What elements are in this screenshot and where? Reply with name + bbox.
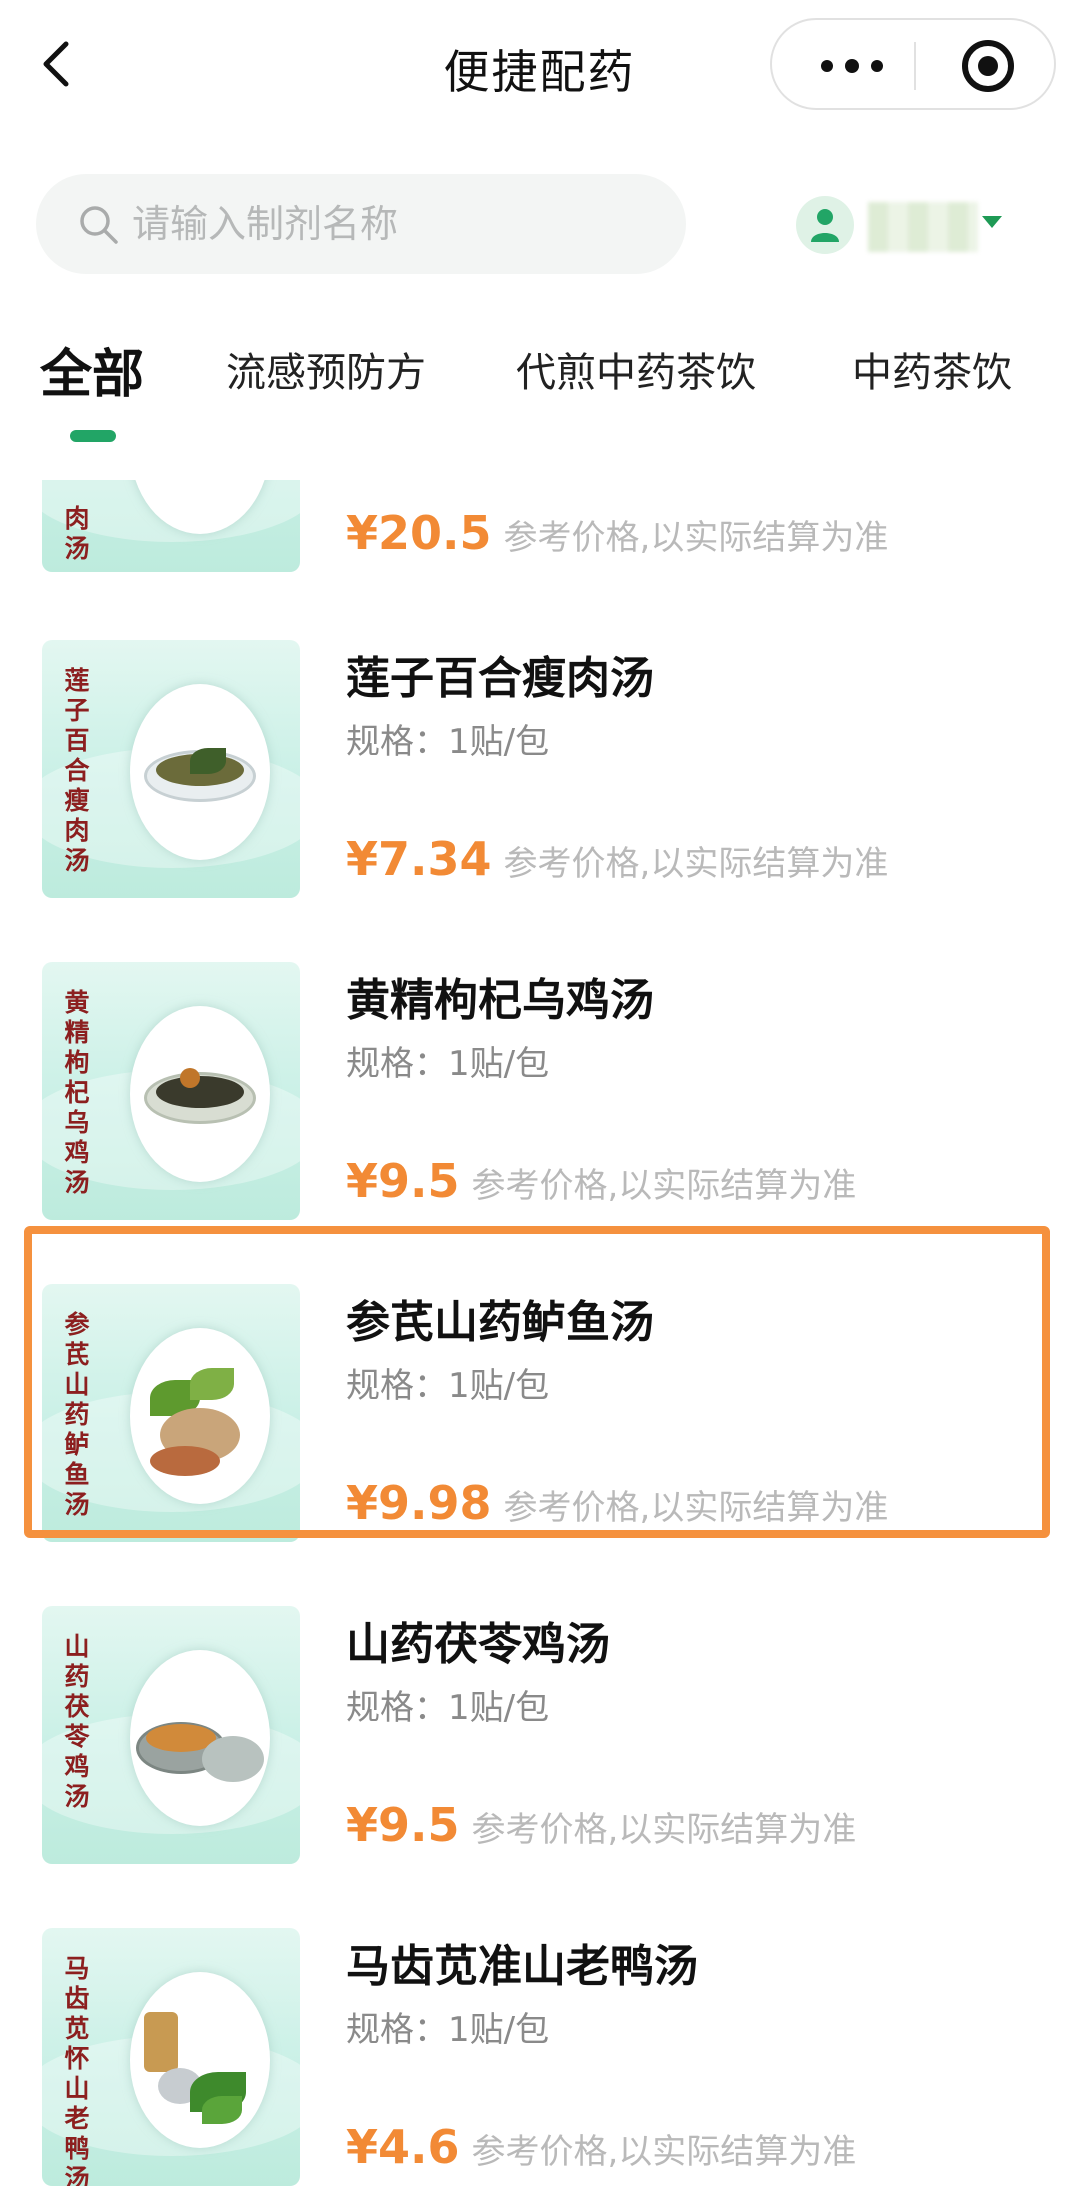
product-price: ¥9.5 bbox=[346, 1154, 460, 1208]
tab-all[interactable]: 全部 bbox=[40, 332, 144, 407]
product-list: 肉汤 ¥20.5 参考价格,以实际结算为准 莲子百合瘦肉汤 莲子百合瘦肉汤 规格… bbox=[0, 480, 1079, 2190]
soup-image bbox=[130, 1972, 270, 2148]
product-price: ¥9.5 bbox=[346, 1798, 460, 1852]
soup-image bbox=[130, 1328, 270, 1504]
product-spec: 规格：1贴/包 bbox=[346, 1688, 550, 1728]
product-item[interactable]: 参芪山药鲈鱼汤 参芪山药鲈鱼汤 规格：1贴/包 ¥9.98 参考价格,以实际结算… bbox=[0, 1254, 1079, 1574]
product-thumbnail: 参芪山药鲈鱼汤 bbox=[42, 1284, 300, 1542]
thumbnail-label: 马齿苋怀山老鸭汤 bbox=[64, 1954, 90, 2186]
product-thumbnail: 黄精枸杞乌鸡汤 bbox=[42, 962, 300, 1220]
close-miniprogram-button[interactable] bbox=[962, 40, 1014, 92]
more-button[interactable] bbox=[802, 44, 902, 88]
thumbnail-label: 黄精枸杞乌鸡汤 bbox=[64, 988, 90, 1197]
product-thumbnail: 莲子百合瘦肉汤 bbox=[42, 640, 300, 898]
capsule-divider bbox=[914, 42, 916, 90]
user-selector[interactable] bbox=[796, 192, 1016, 256]
search-bar[interactable] bbox=[36, 174, 686, 274]
product-item[interactable]: 黄精枸杞乌鸡汤 黄精枸杞乌鸡汤 规格：1贴/包 ¥9.5 参考价格,以实际结算为… bbox=[0, 932, 1079, 1252]
active-tab-indicator bbox=[70, 430, 116, 442]
price-note: 参考价格,以实际结算为准 bbox=[471, 1166, 857, 1206]
price-note: 参考价格,以实际结算为准 bbox=[471, 1810, 857, 1850]
more-dots-icon bbox=[821, 60, 833, 72]
product-name: 黄精枸杞乌鸡汤 bbox=[346, 975, 654, 1026]
product-spec: 规格：1贴/包 bbox=[346, 1366, 550, 1406]
price-note: 参考价格,以实际结算为准 bbox=[503, 1488, 889, 1528]
caret-down-icon bbox=[982, 216, 1002, 228]
product-price: ¥4.6 bbox=[346, 2120, 460, 2174]
soup-image bbox=[130, 1006, 270, 1182]
price-note: 参考价格,以实际结算为准 bbox=[503, 518, 889, 558]
product-item[interactable]: 山药茯苓鸡汤 山药茯苓鸡汤 规格：1贴/包 ¥9.5 参考价格,以实际结算为准 bbox=[0, 1576, 1079, 1896]
user-avatar-icon bbox=[796, 196, 854, 254]
soup-image bbox=[130, 684, 270, 860]
price-note: 参考价格,以实际结算为准 bbox=[471, 2132, 857, 2172]
tab-decocted-tea[interactable]: 代煎中药茶饮 bbox=[516, 340, 756, 398]
thumbnail-label: 肉汤 bbox=[64, 504, 90, 563]
thumbnail-label: 参芪山药鲈鱼汤 bbox=[64, 1310, 90, 1519]
thumbnail-label: 山药茯苓鸡汤 bbox=[64, 1632, 90, 1811]
product-price: ¥20.5 bbox=[346, 506, 492, 560]
product-name: 参芪山药鲈鱼汤 bbox=[346, 1297, 654, 1348]
product-thumbnail: 马齿苋怀山老鸭汤 bbox=[42, 1928, 300, 2186]
product-item[interactable]: 肉汤 ¥20.5 参考价格,以实际结算为准 bbox=[0, 480, 1079, 604]
product-thumbnail: 肉汤 bbox=[42, 480, 300, 572]
search-input[interactable] bbox=[132, 174, 652, 274]
product-name: 莲子百合瘦肉汤 bbox=[346, 653, 654, 704]
top-navbar: 便捷配药 bbox=[0, 0, 1079, 140]
thumbnail-label: 莲子百合瘦肉汤 bbox=[64, 666, 90, 875]
tab-herbal-tea[interactable]: 中药茶饮 bbox=[852, 340, 1012, 398]
product-price: ¥7.34 bbox=[346, 832, 492, 886]
product-item[interactable]: 莲子百合瘦肉汤 莲子百合瘦肉汤 规格：1贴/包 ¥7.34 参考价格,以实际结算… bbox=[0, 610, 1079, 930]
product-name: 马齿苋准山老鸭汤 bbox=[346, 1941, 698, 1992]
product-spec: 规格：1贴/包 bbox=[346, 2010, 550, 2050]
miniprogram-capsule bbox=[770, 18, 1056, 110]
product-item[interactable]: 马齿苋怀山老鸭汤 马齿苋准山老鸭汤 规格：1贴/包 ¥4.6 参考价格,以实际结… bbox=[0, 1898, 1079, 2190]
tab-flu-prevention[interactable]: 流感预防方 bbox=[226, 340, 426, 398]
product-spec: 规格：1贴/包 bbox=[346, 1044, 550, 1084]
price-note: 参考价格,以实际结算为准 bbox=[503, 844, 889, 884]
user-name-blurred bbox=[868, 202, 978, 252]
product-spec: 规格：1贴/包 bbox=[346, 722, 550, 762]
category-tabs: 全部 流感预防方 代煎中药茶饮 中药茶饮 bbox=[0, 320, 1079, 450]
product-name: 山药茯苓鸡汤 bbox=[346, 1619, 610, 1670]
product-price: ¥9.98 bbox=[346, 1476, 492, 1530]
product-thumbnail: 山药茯苓鸡汤 bbox=[42, 1606, 300, 1864]
soup-image bbox=[130, 1650, 270, 1826]
search-icon bbox=[76, 202, 120, 246]
